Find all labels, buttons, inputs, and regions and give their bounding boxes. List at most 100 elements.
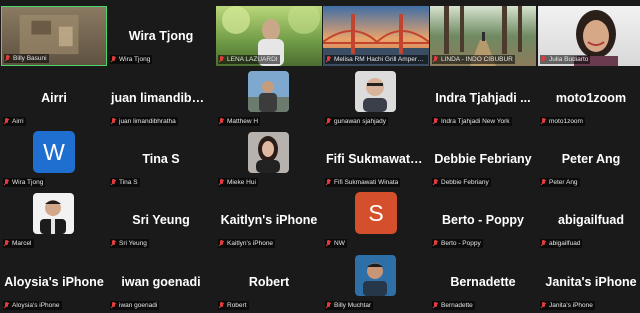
muted-mic-icon [433, 56, 438, 63]
participant-display-name: Airri [41, 91, 67, 105]
participant-tile[interactable]: Robert Robert [216, 252, 322, 312]
participant-name: Indra Tjahjadi New York [441, 118, 510, 125]
participant-tile[interactable]: Airri Airri [1, 68, 107, 128]
participant-name-label: Janita's iPhone [540, 301, 595, 310]
participant-name-label: Matthew H [218, 117, 261, 126]
muted-mic-icon [219, 302, 224, 309]
participant-tile[interactable]: Aloysia's iPhone Aloysia's iPhone [1, 252, 107, 312]
muted-mic-icon [4, 302, 9, 309]
participant-display-name: Indra Tjahjadi ... [435, 91, 531, 105]
participant-tile[interactable]: W Wira Tjong [1, 129, 107, 189]
participant-name: Melisa RM Hachi Grill Ampera ... [334, 56, 426, 63]
participant-name: moto1zoom [549, 118, 583, 125]
participant-name: Fifi Sukmawati Winata [334, 179, 399, 186]
participant-name: Marcel [12, 240, 32, 247]
muted-mic-icon [326, 240, 331, 247]
participant-name-label: iwan goenadi [110, 301, 160, 310]
participant-tile[interactable]: Kaitlyn's iPhone Kaitlyn's iPhone [216, 190, 322, 250]
participant-tile[interactable]: Melisa RM Hachi Grill Ampera ... [323, 6, 429, 66]
participant-photo [355, 71, 396, 112]
participant-display-name: Kaitlyn's iPhone [220, 213, 318, 227]
participant-tile[interactable]: Billy Basuni [1, 6, 107, 66]
participant-tile[interactable]: Berto - Poppy Berto - Poppy [430, 190, 536, 250]
participant-tile[interactable]: Tina S Tina S [108, 129, 214, 189]
muted-mic-icon [4, 118, 9, 125]
participant-display-name: Aloysia's iPhone [4, 275, 104, 289]
participant-tile[interactable]: iwan goenadi iwan goenadi [108, 252, 214, 312]
participant-name-label: Bernadette [432, 301, 475, 310]
participant-display-name: Tina S [142, 152, 180, 166]
participant-display-name: Wira Tjong [128, 29, 194, 43]
participant-name-label: abigailfuad [540, 239, 583, 248]
participant-name: LINDA - INDO CIBUBUR [441, 56, 513, 63]
participant-name-label: Kaitlyn's iPhone [218, 239, 276, 248]
muted-mic-icon [433, 118, 438, 125]
participant-name-label: Julia Budiarto [540, 55, 591, 64]
participant-display-name: abigailfuad [558, 213, 624, 227]
participant-name: Billy Basuni [13, 55, 47, 62]
participant-tile[interactable]: S NW [323, 190, 429, 250]
muted-mic-icon [111, 118, 116, 125]
muted-mic-icon [326, 302, 331, 309]
participant-name: Airri [12, 118, 24, 125]
participant-tile[interactable]: LENA LAZUARDI [216, 6, 322, 66]
participant-display-name: moto1zoom [555, 91, 627, 105]
participant-display-name: Janita's iPhone [545, 275, 637, 289]
participant-name-label: Airri [3, 117, 26, 126]
participant-name-label: juan limandibhratha [110, 117, 178, 126]
participant-tile[interactable]: LINDA - INDO CIBUBUR [430, 6, 536, 66]
participant-name-label: Wira Tjong [110, 55, 153, 64]
participant-name: NW [334, 240, 345, 247]
participant-tile[interactable]: moto1zoom moto1zoom [538, 68, 640, 128]
participant-photo [355, 255, 396, 296]
participant-tile[interactable]: juan limandibhr... juan limandibhratha [108, 68, 214, 128]
participant-name-label: Robert [218, 301, 249, 310]
muted-mic-icon [433, 179, 438, 186]
participant-tile[interactable]: Indra Tjahjadi ... Indra Tjahjadi New Yor… [430, 68, 536, 128]
participant-name-label: LENA LAZUARDI [218, 55, 280, 64]
participant-name-label: Melisa RM Hachi Grill Ampera ... [325, 55, 428, 64]
participant-name: Tina S [119, 179, 138, 186]
muted-mic-icon [4, 179, 9, 186]
muted-mic-icon [433, 240, 438, 247]
participant-display-name: juan limandibhr... [111, 91, 214, 105]
muted-mic-icon [111, 56, 116, 63]
participant-tile[interactable]: gunawan sjahjady [323, 68, 429, 128]
participant-tile[interactable]: Julia Budiarto [538, 6, 640, 66]
muted-mic-icon [5, 55, 10, 62]
muted-mic-icon [433, 302, 438, 309]
participant-tile[interactable]: Fifi Sukmawati ... Fifi Sukmawati Winata [323, 129, 429, 189]
muted-mic-icon [219, 56, 224, 63]
participant-tile[interactable]: Peter Ang Peter Ang [538, 129, 640, 189]
participant-name-label: Debbie Febriany [432, 178, 491, 187]
participant-tile[interactable]: abigailfuad abigailfuad [538, 190, 640, 250]
participant-tile[interactable]: Matthew H [216, 68, 322, 128]
muted-mic-icon [219, 118, 224, 125]
participant-name: LENA LAZUARDI [227, 56, 278, 63]
participant-name-label: Billy Muchtar [325, 301, 374, 310]
participant-tile[interactable]: Wira Tjong Wira Tjong [108, 6, 214, 66]
participant-name: Sri Yeung [119, 240, 147, 247]
participant-name-label: Fifi Sukmawati Winata [325, 178, 401, 187]
participant-display-name: Sri Yeung [132, 213, 190, 227]
participant-display-name: Debbie Febriany [434, 152, 532, 166]
participant-name: Wira Tjong [119, 56, 151, 63]
muted-mic-icon [541, 240, 546, 247]
muted-mic-icon [4, 240, 9, 247]
participant-tile[interactable]: Billy Muchtar [323, 252, 429, 312]
participant-tile[interactable]: Sri Yeung Sri Yeung [108, 190, 214, 250]
participant-name-label: Mieke Hui [218, 178, 258, 187]
participant-tile[interactable]: Debbie Febriany Debbie Febriany [430, 129, 536, 189]
participant-display-name: Fifi Sukmawati ... [326, 152, 428, 166]
participant-name-label: Indra Tjahjadi New York [432, 117, 512, 126]
participant-tile[interactable]: Mieke Hui [216, 129, 322, 189]
participant-tile[interactable]: Marcel [1, 190, 107, 250]
participant-name-label: Sri Yeung [110, 239, 149, 248]
participant-name: gunawan sjahjady [334, 118, 387, 125]
participant-tile[interactable]: Bernadette Bernadette [430, 252, 536, 312]
participant-name: Wira Tjong [12, 179, 44, 186]
muted-mic-icon [541, 56, 546, 63]
participant-tile[interactable]: Janita's iPhone Janita's iPhone [538, 252, 640, 312]
participant-name-label: moto1zoom [540, 117, 585, 126]
participant-name-label: Peter Ang [540, 178, 580, 187]
